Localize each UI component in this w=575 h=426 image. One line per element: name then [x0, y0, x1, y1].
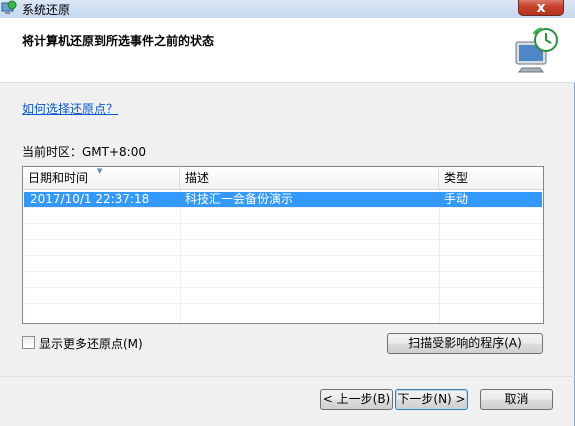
gridline	[23, 239, 543, 240]
back-button-label: < 上一步(B)	[322, 392, 391, 406]
system-restore-window: 系统还原 x 将计算机还原到所选事件之前的状态 如何选择还原点？ 当前时区：GM…	[0, 0, 575, 426]
next-button-label: 下一步(N) >	[397, 392, 466, 406]
column-description-label: 描述	[185, 171, 210, 185]
next-button[interactable]: 下一步(N) >	[395, 389, 468, 410]
close-button[interactable]: x	[518, 0, 564, 16]
help-link-choose-restore-point[interactable]: 如何选择还原点？	[22, 100, 118, 117]
column-datetime-label: 日期和时间	[28, 171, 89, 185]
cancel-button[interactable]: 取消	[480, 389, 553, 410]
gridline	[23, 287, 543, 288]
system-restore-icon	[515, 27, 558, 73]
gridline	[180, 190, 181, 323]
scan-affected-programs-button[interactable]: 扫描受影响的程序(A)	[387, 333, 543, 354]
column-header-type[interactable]: 类型	[439, 167, 543, 190]
show-more-checkbox[interactable]	[22, 336, 35, 349]
window-title: 系统还原	[22, 3, 71, 17]
cancel-button-label: 取消	[504, 392, 529, 406]
gridline	[23, 255, 543, 256]
show-more-label[interactable]: 显示更多还原点(M)	[39, 335, 143, 352]
column-header-description[interactable]: 描述	[180, 167, 439, 190]
scan-button-label: 扫描受影响的程序(A)	[408, 336, 522, 350]
cell-datetime: 2017/10/1 22:37:18	[30, 192, 150, 206]
gridline	[23, 223, 543, 224]
footer-divider	[0, 376, 575, 377]
cell-description: 科技汇一会备份演示	[185, 192, 294, 206]
restore-points-list[interactable]: 日期和时间 ▼ 描述 类型 2017/10/1 22:37:18 科技汇一会备份…	[22, 166, 544, 324]
cell-type: 手动	[444, 192, 469, 206]
close-icon: x	[536, 0, 546, 16]
gridline	[23, 271, 543, 272]
system-restore-app-icon	[1, 0, 17, 14]
gridline	[439, 190, 440, 323]
list-header: 日期和时间 ▼ 描述 类型	[23, 167, 543, 190]
table-row[interactable]: 2017/10/1 22:37:18 科技汇一会备份演示 手动	[24, 192, 542, 207]
column-type-label: 类型	[444, 171, 469, 185]
gridline	[23, 207, 543, 208]
page-title: 将计算机还原到所选事件之前的状态	[22, 34, 215, 48]
wizard-header: 将计算机还原到所选事件之前的状态	[0, 18, 575, 83]
timezone-label: 当前时区：GMT+8:00	[22, 145, 146, 159]
gridline	[23, 303, 543, 304]
sort-arrow-icon: ▼	[97, 167, 103, 175]
title-bar[interactable]: 系统还原 x	[0, 0, 575, 18]
back-button[interactable]: < 上一步(B)	[320, 389, 393, 410]
